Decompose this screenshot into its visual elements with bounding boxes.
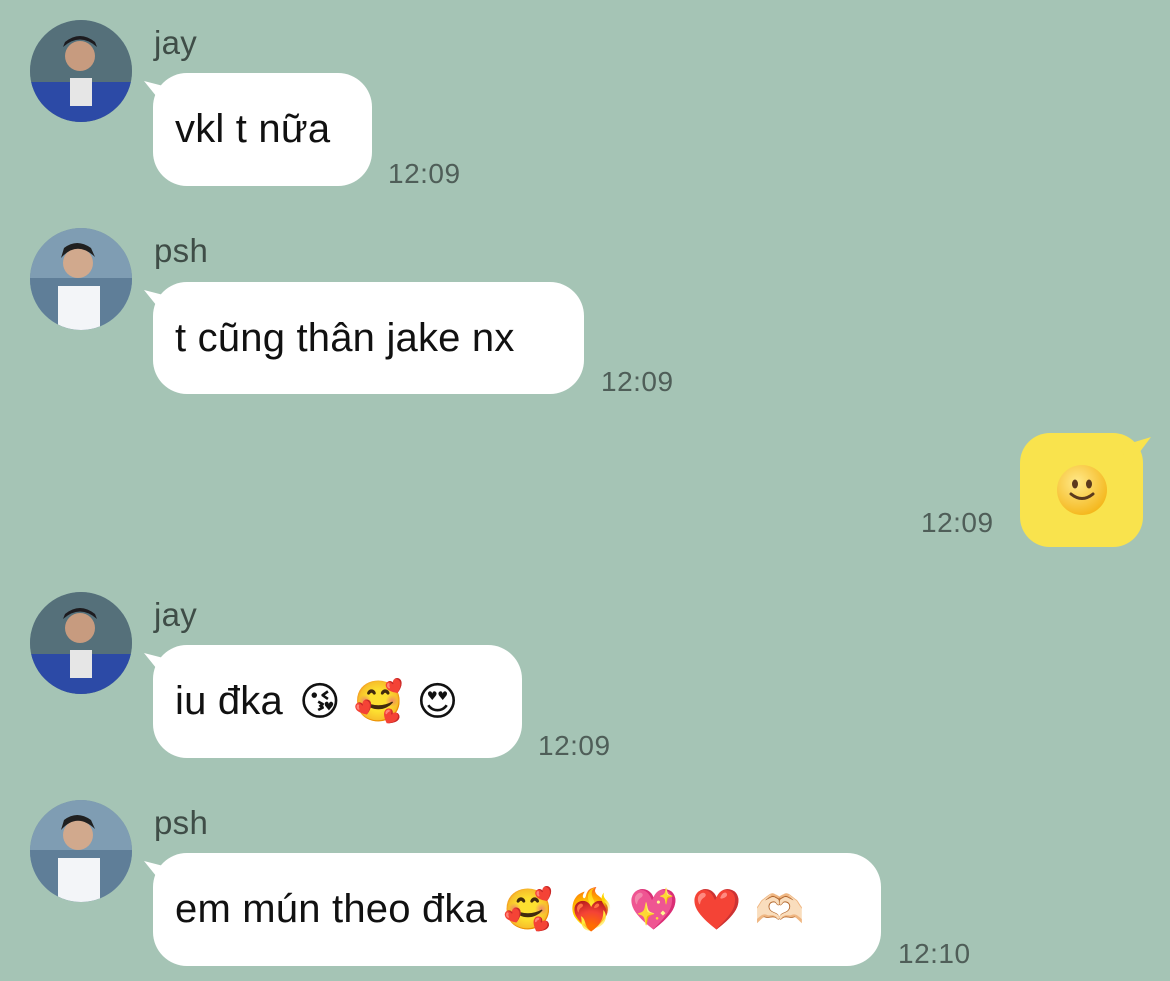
message-text: t cũng thân jake nx — [175, 315, 515, 360]
message-text: iu đka — [175, 679, 283, 723]
psh-avatar-icon[interactable] — [30, 800, 132, 902]
jay-avatar-icon[interactable] — [30, 20, 132, 122]
message-bubble[interactable]: em mún theo đka 🥰 ❤️‍🔥 💖 ❤️ 🫶🏻 — [153, 853, 881, 966]
message-timestamp: 12:09 — [601, 366, 674, 397]
message-timestamp: 12:09 — [538, 730, 611, 761]
message-timestamp: 12:09 — [921, 507, 994, 538]
message-bubble[interactable]: t cũng thân jake nx — [153, 282, 584, 394]
message-text: em mún theo đka — [175, 887, 488, 931]
jay-avatar-icon[interactable] — [30, 592, 132, 694]
chat-thread: jay vkl t nữa 12:09 psh t cũng thân jake… — [0, 0, 1170, 981]
message-timestamp: 12:09 — [388, 158, 461, 189]
message-bubble[interactable]: iu đka 😘 🥰 😍 — [153, 645, 522, 758]
sender-name: psh — [154, 232, 209, 269]
sender-name: jay — [154, 24, 198, 61]
message-text: vkl t nữa — [175, 107, 331, 151]
message-bubble[interactable]: vkl t nữa — [153, 73, 372, 186]
outgoing-message-bubble[interactable] — [1020, 433, 1143, 547]
slightly-smiling-face-icon — [1056, 465, 1107, 515]
sender-name: jay — [154, 596, 198, 633]
message-emojis: 😘 🥰 😍 — [298, 679, 459, 725]
message-emojis: 🥰 ❤️‍🔥 💖 ❤️ 🫶🏻 — [503, 887, 805, 933]
psh-avatar-icon[interactable] — [30, 228, 132, 330]
message-timestamp: 12:10 — [898, 938, 971, 969]
sender-name: psh — [154, 804, 209, 841]
